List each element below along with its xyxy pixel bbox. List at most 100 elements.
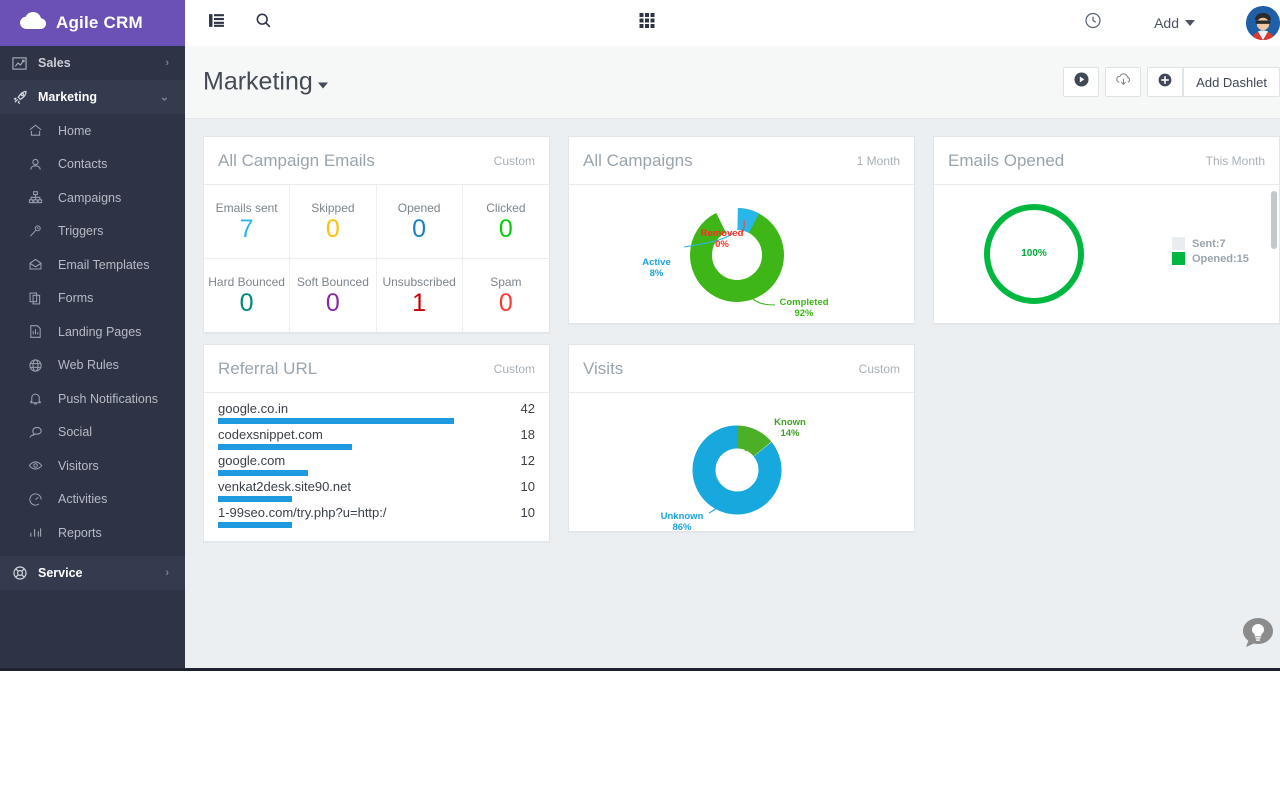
card-header: All Campaign Emails Custom	[204, 137, 549, 185]
metric-label: Spam	[490, 275, 521, 289]
sidebar-group-label: Service	[38, 566, 82, 580]
chevron-down-icon	[1185, 20, 1195, 26]
grid-apps-icon[interactable]	[639, 13, 655, 34]
card-range[interactable]: 1 Month	[857, 154, 900, 168]
referral-name: 1-99seo.com/try.php?u=http:/	[218, 505, 387, 520]
page-title-text: Marketing	[203, 68, 313, 97]
metric-value: 0	[412, 217, 426, 242]
sidebar-group-marketing[interactable]: Marketing ⌄	[0, 80, 185, 114]
list-item[interactable]: codexsnippet.com 18	[218, 427, 535, 450]
list-item[interactable]: 1-99seo.com/try.php?u=http:/ 10	[218, 505, 535, 528]
chat-bubbles-icon	[28, 425, 56, 440]
metric-clicked: Clicked 0	[463, 185, 549, 259]
chevron-down-icon: ⌄	[160, 91, 169, 104]
sidebar-group-sales[interactable]: Sales ›	[0, 46, 185, 80]
slice-label: Removed	[701, 228, 744, 239]
metric-spam: Spam 0	[463, 259, 549, 332]
emails-opened-center-label: 100%	[934, 248, 1134, 259]
metric-value: 0	[326, 217, 340, 242]
sidebar-item-activities[interactable]: Activities	[0, 483, 185, 517]
add-dashlet-button[interactable]: Add Dashlet	[1183, 67, 1280, 97]
add-dashlet-icon-button[interactable]	[1147, 67, 1183, 97]
add-menu-button[interactable]: Add	[1154, 15, 1195, 31]
slice-label: Known	[774, 417, 806, 428]
add-menu-label: Add	[1154, 15, 1179, 31]
metric-label: Clicked	[486, 201, 525, 215]
card-range[interactable]: Custom	[494, 154, 535, 168]
card-title: Referral URL	[218, 359, 317, 379]
legend-label: Opened:15	[1192, 253, 1249, 265]
emails-opened-chart: 100% Sent:7 Opened:15	[934, 185, 1279, 323]
plus-circle-icon	[1157, 72, 1173, 93]
sidebar-item-visitors[interactable]: Visitors	[0, 449, 185, 483]
sidebar-collapse-icon[interactable]	[208, 12, 225, 34]
slice-label: Completed	[779, 297, 828, 308]
metric-soft-bounced: Soft Bounced 0	[290, 259, 376, 332]
metric-value: 7	[240, 217, 254, 242]
sidebar-item-web-rules[interactable]: Web Rules	[0, 349, 185, 383]
download-button[interactable]	[1105, 67, 1141, 97]
card-header: Visits Custom	[569, 345, 914, 393]
slice-value: 14%	[780, 428, 799, 439]
sidebar-item-label: Home	[56, 124, 91, 138]
sidebar-item-reports[interactable]: Reports	[0, 516, 185, 550]
sidebar-item-label: Campaigns	[56, 191, 121, 205]
referral-count: 12	[521, 453, 535, 468]
sidebar-item-push-notifications[interactable]: Push Notifications	[0, 382, 185, 416]
bar-chart-icon	[28, 525, 56, 540]
card-all-campaign-emails: All Campaign Emails Custom Emails sent 7…	[203, 136, 550, 333]
bell-icon	[28, 391, 56, 406]
list-item[interactable]: google.co.in 42	[218, 401, 535, 424]
card-scrollbar[interactable]	[1271, 191, 1277, 249]
clock-icon[interactable]	[1084, 12, 1102, 35]
slice-value: 0%	[715, 239, 729, 250]
cloud-icon	[20, 12, 46, 35]
sidebar-item-contacts[interactable]: Contacts	[0, 148, 185, 182]
legend-swatch	[1172, 252, 1185, 265]
sidebar-item-home[interactable]: Home	[0, 114, 185, 148]
list-item[interactable]: venkat2desk.site90.net 10	[218, 479, 535, 502]
sidebar-item-social[interactable]: Social	[0, 416, 185, 450]
help-button[interactable]	[1241, 616, 1275, 650]
metric-opened: Opened 0	[377, 185, 463, 259]
metric-unsubscribed: Unsubscribed 1	[377, 259, 463, 332]
visits-label-known: Known 14%	[747, 417, 833, 439]
campaign-label-completed: Completed 92%	[761, 297, 847, 319]
card-header: All Campaigns 1 Month	[569, 137, 914, 185]
sidebar-item-landing-pages[interactable]: Landing Pages	[0, 315, 185, 349]
sidebar-item-campaigns[interactable]: Campaigns	[0, 181, 185, 215]
home-icon	[28, 123, 56, 138]
metric-value: 1	[412, 291, 426, 316]
sidebar-item-triggers[interactable]: Triggers	[0, 215, 185, 249]
gauge-icon	[28, 492, 56, 507]
sidebar-item-email-templates[interactable]: Email Templates	[0, 248, 185, 282]
referral-name: codexsnippet.com	[218, 427, 323, 442]
sidebar-item-label: Landing Pages	[56, 325, 141, 339]
card-range[interactable]: Custom	[859, 362, 900, 376]
metric-emails-sent: Emails sent 7	[204, 185, 290, 259]
card-emails-opened: Emails Opened This Month 100% Sent:7 Ope…	[933, 136, 1280, 324]
sidebar-group-label: Marketing	[38, 90, 97, 104]
legend-swatch	[1172, 237, 1185, 250]
card-title: All Campaign Emails	[218, 151, 375, 171]
search-icon[interactable]	[255, 12, 272, 34]
sidebar-group-label: Sales	[38, 56, 71, 70]
card-header: Emails Opened This Month	[934, 137, 1279, 185]
sidebar-group-service[interactable]: Service ›	[0, 556, 185, 590]
agile-crm-app-window: Agile CRM Sales › Marketing ⌄	[0, 0, 1280, 671]
card-visits: Visits Custom Known 14% Unknown	[568, 344, 915, 532]
play-button[interactable]	[1063, 67, 1099, 97]
lifebuoy-icon	[12, 565, 38, 581]
campaign-label-removed: Removed 0%	[687, 228, 757, 250]
page-title[interactable]: Marketing	[203, 68, 328, 97]
card-range[interactable]: Custom	[494, 362, 535, 376]
page-header: Marketing Add Dashlet	[185, 46, 1280, 119]
sidebar-item-forms[interactable]: Forms	[0, 282, 185, 316]
referral-count: 42	[521, 401, 535, 416]
referral-name: venkat2desk.site90.net	[218, 479, 351, 494]
avatar[interactable]	[1246, 6, 1280, 40]
slice-value: 92%	[794, 308, 813, 319]
brand-logo[interactable]: Agile CRM	[0, 0, 185, 46]
list-item[interactable]: google.com 12	[218, 453, 535, 476]
card-range[interactable]: This Month	[1206, 154, 1265, 168]
